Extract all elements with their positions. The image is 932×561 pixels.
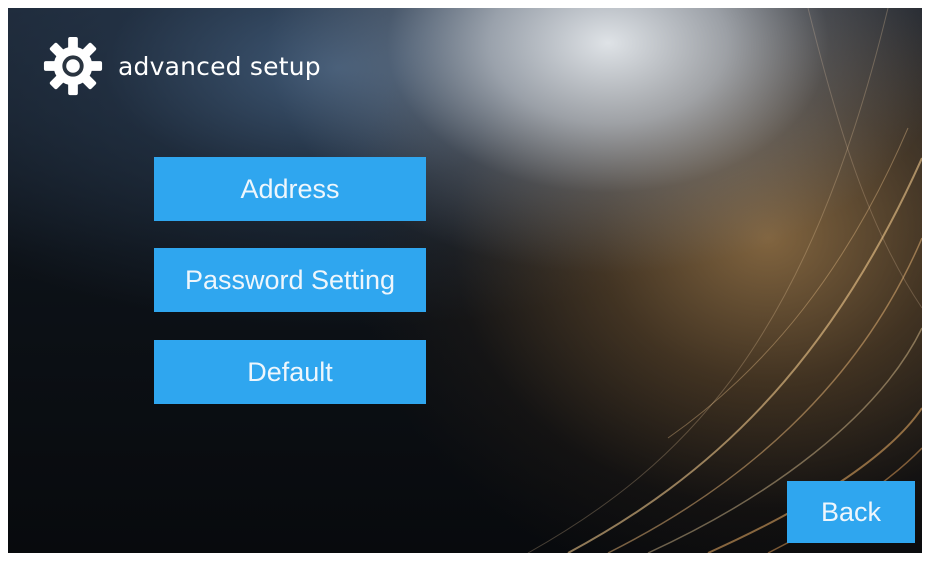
gear-icon <box>43 36 103 96</box>
screen-header: advanced setup <box>42 34 321 98</box>
password-setting-button[interactable]: Password Setting <box>154 248 426 312</box>
advanced-setup-screen: advanced setup Address Password Setting … <box>8 8 922 553</box>
address-button[interactable]: Address <box>154 157 426 221</box>
back-button[interactable]: Back <box>787 481 915 543</box>
default-button[interactable]: Default <box>154 340 426 404</box>
device-frame: advanced setup Address Password Setting … <box>0 0 932 561</box>
page-title: advanced setup <box>118 51 321 81</box>
